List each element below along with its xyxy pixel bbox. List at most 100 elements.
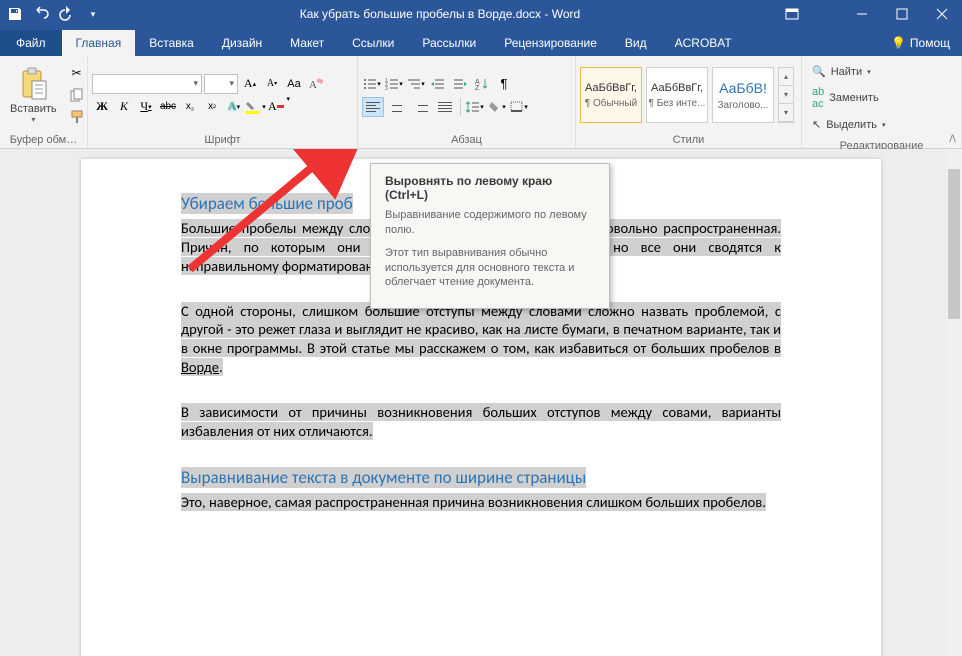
- paragraph-3: В зависимости от причины возникновения б…: [181, 403, 781, 441]
- paragraph-group-label: Абзац: [362, 132, 571, 148]
- increase-indent-icon[interactable]: [450, 74, 470, 94]
- scroll-up-icon[interactable]: ▴: [779, 68, 793, 86]
- redo-icon[interactable]: [58, 5, 76, 23]
- tab-mailings[interactable]: Рассылки: [408, 30, 490, 56]
- numbering-icon[interactable]: 123▾: [384, 74, 404, 94]
- window-controls: [772, 0, 962, 28]
- underline-icon[interactable]: Ч ▾: [136, 97, 156, 117]
- group-styles: АаБбВвГг, ¶ Обычный АаБбВвГг, ¶ Без инте…: [576, 56, 802, 148]
- bold-icon[interactable]: Ж: [92, 97, 112, 117]
- heading-2: Выравнивание текста в документе по ширин…: [181, 467, 586, 488]
- font-size-combo[interactable]: [204, 74, 238, 94]
- find-icon: 🔍: [812, 65, 826, 78]
- replace-button[interactable]: abac Заменить: [812, 83, 879, 113]
- maximize-icon[interactable]: [882, 0, 922, 28]
- svg-text:Z: Z: [475, 85, 480, 90]
- undo-icon[interactable]: [32, 5, 50, 23]
- ribbon-tabs: Файл Главная Вставка Дизайн Макет Ссылки…: [0, 28, 962, 56]
- align-center-button[interactable]: [386, 97, 408, 117]
- show-marks-icon[interactable]: ¶: [494, 74, 514, 94]
- clear-formatting-icon[interactable]: A: [306, 74, 326, 94]
- decrease-indent-icon[interactable]: [428, 74, 448, 94]
- close-icon[interactable]: [922, 0, 962, 28]
- scroll-down-icon[interactable]: ▾: [779, 86, 793, 104]
- style-name: ¶ Без инте...: [649, 98, 706, 109]
- subscript-icon[interactable]: x₂: [180, 97, 200, 117]
- tab-layout[interactable]: Макет: [276, 30, 338, 56]
- multilevel-icon[interactable]: ▾: [406, 74, 426, 94]
- tell-me[interactable]: 💡 Помощ: [879, 30, 962, 56]
- qat-dropdown-icon[interactable]: ▾: [84, 5, 102, 23]
- styles-group-label: Стили: [580, 132, 797, 148]
- vertical-scrollbar[interactable]: [946, 149, 962, 656]
- highlight-icon[interactable]: ▾: [246, 97, 266, 117]
- cut-icon[interactable]: ✂: [67, 63, 87, 83]
- font-color-icon[interactable]: A▾: [268, 97, 288, 117]
- strike-icon[interactable]: abc: [158, 97, 178, 117]
- tab-view[interactable]: Вид: [611, 30, 661, 56]
- style-name: Заголово...: [718, 100, 769, 111]
- replace-icon: abac: [812, 86, 824, 110]
- align-justify-button[interactable]: [434, 97, 456, 117]
- save-icon[interactable]: [6, 5, 24, 23]
- style-preview: АаБбВвГг,: [585, 82, 637, 94]
- tell-me-label: Помощ: [910, 36, 950, 50]
- tab-file[interactable]: Файл: [0, 30, 62, 56]
- collapse-ribbon-icon[interactable]: ᐱ: [949, 134, 956, 145]
- shrink-font-icon[interactable]: A▾: [262, 74, 282, 94]
- minimize-icon[interactable]: [842, 0, 882, 28]
- heading-1: Убираем большие проб: [181, 193, 353, 214]
- italic-icon[interactable]: К: [114, 97, 134, 117]
- clipboard-group-label: Буфер обм…: [4, 132, 83, 148]
- styles-expand-icon[interactable]: ▾: [779, 104, 793, 122]
- svg-text:3: 3: [385, 86, 388, 90]
- text-effects-icon[interactable]: A▾: [224, 97, 244, 117]
- tooltip-title: Выровнять по левому краю (Ctrl+L): [385, 174, 595, 202]
- style-normal[interactable]: АаБбВвГг, ¶ Обычный: [580, 67, 642, 123]
- group-paragraph: ▾ 123▾ ▾ AZ ¶ ▾ ▾ ▾: [358, 56, 576, 148]
- ribbon: Вставить ▾ ✂ Буфер обм… A▴ A▾ Aa A: [0, 56, 962, 149]
- format-painter-icon[interactable]: [67, 107, 87, 127]
- select-label: Выделить: [826, 119, 877, 131]
- line-spacing-icon[interactable]: ▾: [465, 97, 485, 117]
- change-case-icon[interactable]: Aa: [284, 74, 304, 94]
- style-no-spacing[interactable]: АаБбВвГг, ¶ Без инте...: [646, 67, 708, 123]
- tab-insert[interactable]: Вставка: [135, 30, 208, 56]
- sort-icon[interactable]: AZ: [472, 74, 492, 94]
- align-left-button[interactable]: [362, 97, 384, 117]
- align-left-tooltip: Выровнять по левому краю (Ctrl+L) Выравн…: [370, 163, 610, 309]
- paragraph-2: С одной стороны, слишком большие отступы…: [181, 302, 781, 377]
- shading-icon[interactable]: ▾: [487, 97, 507, 117]
- tab-references[interactable]: Ссылки: [338, 30, 408, 56]
- align-right-button[interactable]: [410, 97, 432, 117]
- bullets-icon[interactable]: ▾: [362, 74, 382, 94]
- quick-access-toolbar: ▾: [0, 5, 108, 23]
- font-name-combo[interactable]: [92, 74, 202, 94]
- group-clipboard: Вставить ▾ ✂ Буфер обм…: [0, 56, 88, 148]
- ribbon-display-icon[interactable]: [772, 0, 812, 28]
- tab-design[interactable]: Дизайн: [208, 30, 276, 56]
- tab-acrobat[interactable]: ACROBAT: [661, 30, 746, 56]
- select-button[interactable]: ↖Выделить▾: [812, 115, 885, 134]
- grow-font-icon[interactable]: A▴: [240, 74, 260, 94]
- tab-home[interactable]: Главная: [62, 30, 136, 56]
- scrollbar-thumb[interactable]: [948, 169, 960, 319]
- borders-icon[interactable]: ▾: [509, 97, 529, 117]
- select-icon: ↖: [812, 118, 821, 131]
- font-group-label: Шрифт: [92, 132, 353, 148]
- copy-icon[interactable]: [67, 85, 87, 105]
- tab-review[interactable]: Рецензирование: [490, 30, 611, 56]
- superscript-icon[interactable]: x²: [202, 97, 222, 117]
- document-canvas: Убираем большие проб Большие пробелы меж…: [0, 149, 962, 656]
- paste-label: Вставить: [10, 103, 57, 115]
- group-font: A▴ A▾ Aa A Ж К Ч ▾ abc x₂ x² A▾ ▾ A▾: [88, 56, 358, 148]
- style-heading1[interactable]: АаБбВ! Заголово...: [712, 67, 774, 123]
- paste-button[interactable]: Вставить ▾: [4, 63, 63, 128]
- style-preview: АаБбВ!: [719, 80, 767, 96]
- find-label: Найти: [831, 66, 862, 78]
- find-button[interactable]: 🔍Найти▾: [812, 62, 871, 81]
- svg-text:A: A: [309, 79, 317, 91]
- style-preview: АаБбВвГг,: [651, 82, 703, 94]
- replace-label: Заменить: [829, 92, 878, 104]
- group-editing: 🔍Найти▾ abacЗаменить ↖Выделить▾ Редактир…: [802, 56, 962, 148]
